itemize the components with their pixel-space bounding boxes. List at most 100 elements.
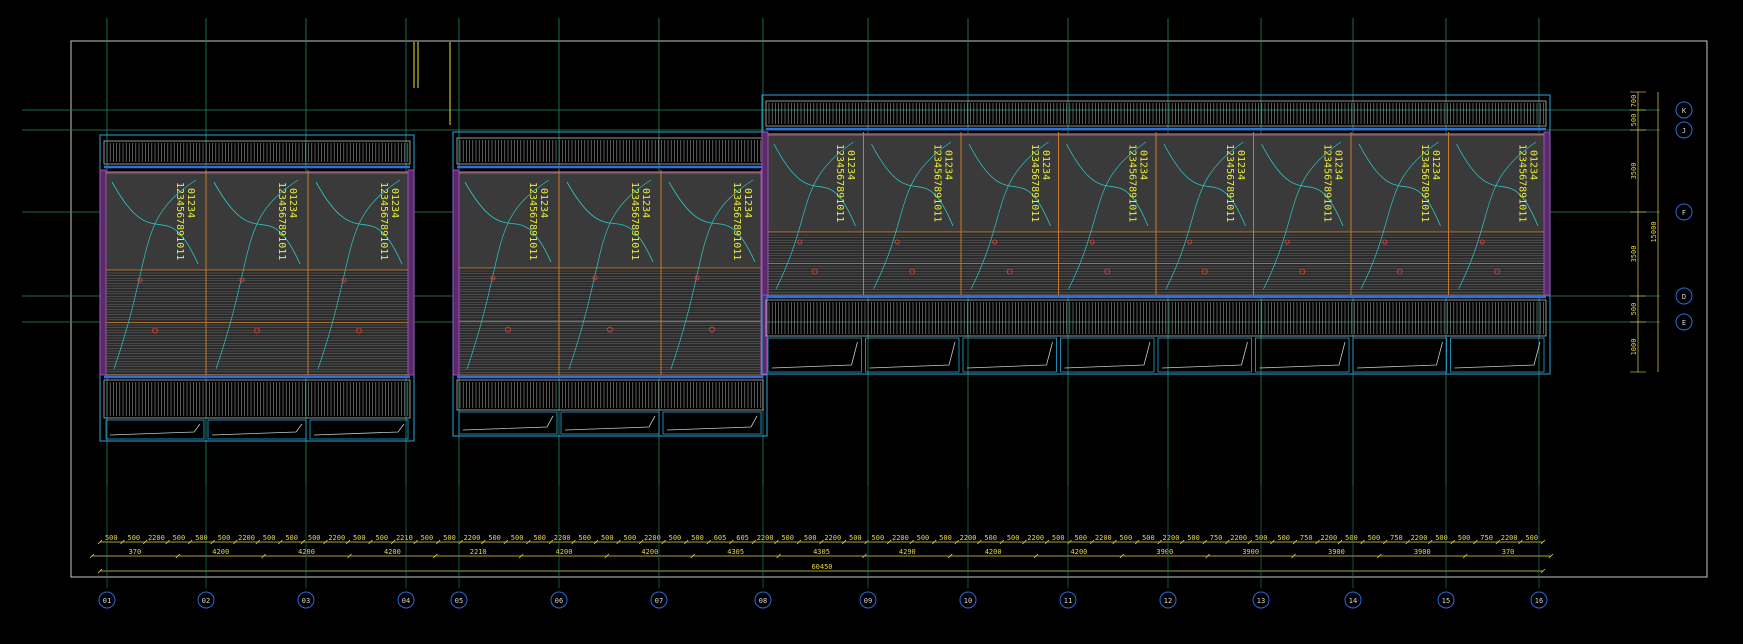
dim-top-label: 2200: [1411, 534, 1428, 542]
room-tag: 01234: [1040, 150, 1051, 180]
dim-mid-label: 3900: [1242, 548, 1259, 556]
room-tag: 1234567891011: [276, 182, 287, 260]
dim-mid-label: 3900: [1156, 548, 1173, 556]
wall-right: [407, 169, 415, 376]
dim-top-label: 500: [511, 534, 524, 542]
grid-bubble-label: 09: [864, 597, 872, 605]
dim-top-label: 2200: [1501, 534, 1518, 542]
dim-top-label: 750: [1480, 534, 1493, 542]
room-tag: 1234567891011: [629, 182, 640, 260]
room-tag: 01234: [942, 150, 953, 180]
room-area: [456, 172, 764, 269]
dim-vertical-label: 3500: [1630, 163, 1638, 180]
room-tag: 01234: [1235, 150, 1246, 180]
dim-mid-label: 4200: [384, 548, 401, 556]
room-tag: 01234: [640, 188, 651, 218]
dim-vertical-label: 1000: [1630, 339, 1638, 356]
wall-left: [761, 131, 769, 296]
dim-mid-label: 370: [129, 548, 142, 556]
room-tag: 01234: [287, 188, 298, 218]
dim-mid-label: 3900: [1414, 548, 1431, 556]
dim-top-label: 500: [533, 534, 546, 542]
grid-bubble-label: 07: [655, 597, 663, 605]
grid-bubble-label: 12: [1164, 597, 1172, 605]
grid-bubble-label: 04: [402, 597, 410, 605]
dim-top-label: 500: [1458, 534, 1471, 542]
dim-top-label: 500: [127, 534, 140, 542]
room-tag: 1234567891011: [731, 182, 742, 260]
grid-bubble-label: 10: [964, 597, 972, 605]
dim-top-label: 2200: [892, 534, 909, 542]
room-area: [103, 172, 411, 271]
dim-top-label: 500: [1120, 534, 1133, 542]
dim-top-label: 605: [714, 534, 727, 542]
dim-top-label: 500: [308, 534, 321, 542]
room-tag: 1234567891011: [527, 182, 538, 260]
dim-top-label: 2200: [148, 534, 165, 542]
room-tag: 1234567891011: [174, 182, 185, 260]
grid-bubble-label: F: [1682, 209, 1686, 217]
dim-top-label: 500: [376, 534, 389, 542]
room-tag: 1234567891011: [1029, 144, 1040, 222]
dim-mid-label: 4200: [298, 548, 315, 556]
dim-top-label: 500: [849, 534, 862, 542]
grid-bubble-label: E: [1682, 319, 1686, 327]
dim-top-label: 750: [1390, 534, 1403, 542]
room-tag: 1234567891011: [834, 144, 845, 222]
cad-floor-plan: 1234567891011 01234 1234567891011 01234 1234…: [0, 0, 1743, 644]
grid-bubble-label: 05: [455, 597, 463, 605]
room-tag: 1234567891011: [1224, 144, 1235, 222]
dim-top-label: 500: [173, 534, 186, 542]
grid-bubble-label: 14: [1349, 597, 1357, 605]
room-tag: 1234567891011: [1126, 144, 1137, 222]
dim-top-label: 500: [285, 534, 298, 542]
room-tag: 1234567891011: [1321, 144, 1332, 222]
grid-bubble-label: 15: [1442, 597, 1450, 605]
grid-bubble-label: J: [1682, 127, 1686, 135]
room-tag: 01234: [389, 188, 400, 218]
dim-top-label: 500: [218, 534, 231, 542]
dim-top-label: 750: [1210, 534, 1223, 542]
dim-top-label: 500: [443, 534, 456, 542]
dim-vertical-label: 500: [1630, 114, 1638, 127]
room-tag: 1234567891011: [1419, 144, 1430, 222]
dim-top-label: 500: [1007, 534, 1020, 542]
grid-bubble-label: 11: [1064, 597, 1072, 605]
dim-top-label: 500: [669, 534, 682, 542]
dim-top-label: 500: [984, 534, 997, 542]
dim-top-label: 500: [1187, 534, 1200, 542]
dim-top-label: 500: [804, 534, 817, 542]
dim-top-label: 500: [1345, 534, 1358, 542]
dim-total-label: 60450: [811, 563, 832, 571]
grid-bubble-label: 16: [1535, 597, 1543, 605]
room-tag: 1234567891011: [378, 182, 389, 260]
grid-bubble-label: D: [1682, 293, 1686, 301]
room-tag: 01234: [1430, 150, 1441, 180]
dim-top-label: 2200: [1163, 534, 1180, 542]
dim-mid-label: 4200: [641, 548, 658, 556]
grid-bubble-label: 03: [302, 597, 310, 605]
dim-top-label: 500: [488, 534, 501, 542]
dim-mid-label: 4200: [212, 548, 229, 556]
dim-mid-label: 370: [1502, 548, 1515, 556]
room-tag: 01234: [1137, 150, 1148, 180]
dim-mid-label: 4200: [1071, 548, 1088, 556]
dim-top-label: 500: [353, 534, 366, 542]
dim-mid-label: 3900: [1328, 548, 1345, 556]
dim-mid-label: 2210: [470, 548, 487, 556]
dim-top-label: 500: [578, 534, 591, 542]
dim-top-label: 500: [917, 534, 930, 542]
dim-top-label: 2210: [396, 534, 413, 542]
room-tag: 01234: [1332, 150, 1343, 180]
dim-mid-label: 4200: [985, 548, 1002, 556]
room-tag: 1234567891011: [1516, 144, 1527, 222]
dim-top-label: 2200: [824, 534, 841, 542]
dim-top-label: 500: [601, 534, 614, 542]
dim-top-label: 500: [872, 534, 885, 542]
dim-mid-label: 4290: [899, 548, 916, 556]
room-tag: 01234: [845, 150, 856, 180]
dim-top-label: 500: [1368, 534, 1381, 542]
wall-right: [1543, 131, 1551, 296]
dim-mid-label: 4305: [727, 548, 744, 556]
room-tag: 1234567891011: [931, 144, 942, 222]
